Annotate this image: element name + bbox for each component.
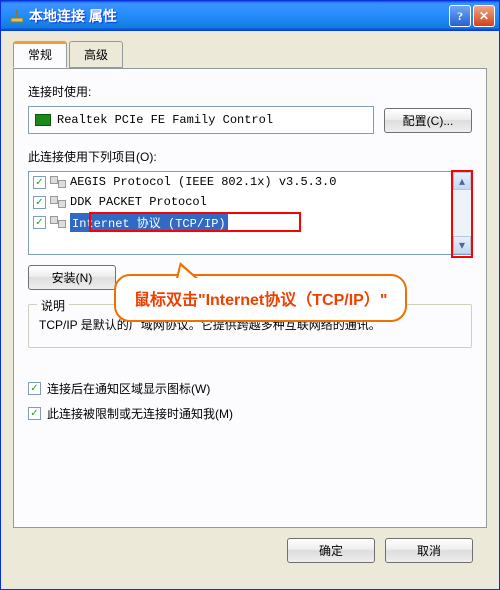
annotation-callout: 鼠标双击"Internet协议（TCP/IP）" bbox=[114, 274, 407, 322]
list-item[interactable]: ✓ DDK PACKET Protocol bbox=[29, 192, 453, 212]
properties-dialog: 本地连接 属性 ? ✕ 常规 高级 连接时使用: Realtek PCIe FE… bbox=[0, 0, 500, 590]
list-item-label: Internet 协议 (TCP/IP) bbox=[70, 213, 228, 232]
adapter-name: Realtek PCIe FE Family Control bbox=[57, 113, 273, 127]
chevron-up-icon: ▴ bbox=[459, 174, 465, 188]
cancel-button-label: 取消 bbox=[417, 544, 441, 558]
protocol-icon bbox=[50, 216, 66, 228]
nic-icon bbox=[35, 114, 51, 126]
protocol-icon bbox=[50, 176, 66, 188]
tab-general-label: 常规 bbox=[28, 48, 52, 62]
list-item-tcpip[interactable]: ✓ Internet 协议 (TCP/IP) bbox=[29, 212, 453, 232]
tab-panel: 连接时使用: Realtek PCIe FE Family Control 配置… bbox=[13, 68, 487, 528]
list-item[interactable]: ✓ AEGIS Protocol (IEEE 802.1x) v3.5.3.0 bbox=[29, 172, 453, 192]
checkbox[interactable]: ✓ bbox=[33, 216, 46, 229]
help-button[interactable]: ? bbox=[449, 5, 471, 27]
tab-advanced-label: 高级 bbox=[84, 48, 108, 62]
chevron-down-icon: ▾ bbox=[459, 238, 465, 252]
list-item-label: AEGIS Protocol (IEEE 802.1x) v3.5.3.0 bbox=[70, 175, 336, 189]
check-icon: ✓ bbox=[35, 217, 43, 228]
checkbox[interactable]: ✓ bbox=[28, 382, 41, 395]
show-icon-checkbox-row[interactable]: ✓ 连接后在通知区域显示图标(W) bbox=[28, 380, 472, 397]
protocol-icon bbox=[50, 196, 66, 208]
check-icon: ✓ bbox=[35, 197, 43, 208]
scroll-up-button[interactable]: ▴ bbox=[453, 172, 471, 190]
callout-text: 鼠标双击"Internet协议（TCP/IP）" bbox=[134, 292, 387, 309]
tab-advanced[interactable]: 高级 bbox=[69, 41, 123, 68]
check-icon: ✓ bbox=[35, 177, 43, 188]
check-icon: ✓ bbox=[30, 408, 38, 419]
description-title: 说明 bbox=[37, 297, 69, 314]
checkbox[interactable]: ✓ bbox=[33, 176, 46, 189]
dialog-body: 常规 高级 连接时使用: Realtek PCIe FE Family Cont… bbox=[1, 31, 499, 589]
install-button-label: 安装(N) bbox=[52, 271, 93, 285]
tab-strip: 常规 高级 bbox=[13, 41, 487, 69]
close-button[interactable]: ✕ bbox=[473, 5, 495, 27]
checkbox[interactable]: ✓ bbox=[33, 196, 46, 209]
configure-button[interactable]: 配置(C)... bbox=[384, 108, 472, 133]
notify-limited-checkbox-row[interactable]: ✓ 此连接被限制或无连接时通知我(M) bbox=[28, 405, 472, 422]
connect-using-label: 连接时使用: bbox=[28, 83, 472, 100]
scroll-down-button[interactable]: ▾ bbox=[453, 236, 471, 254]
connection-icon bbox=[9, 8, 25, 24]
help-icon: ? bbox=[457, 9, 463, 24]
tab-general[interactable]: 常规 bbox=[13, 41, 67, 68]
cancel-button[interactable]: 取消 bbox=[385, 538, 473, 563]
ok-button-label: 确定 bbox=[319, 544, 343, 558]
close-icon: ✕ bbox=[479, 9, 489, 24]
ok-button[interactable]: 确定 bbox=[287, 538, 375, 563]
scrollbar[interactable]: ▴ ▾ bbox=[453, 172, 471, 254]
install-button[interactable]: 安装(N) bbox=[28, 265, 116, 290]
items-label: 此连接使用下列项目(O): bbox=[28, 148, 472, 165]
notify-limited-label: 此连接被限制或无连接时通知我(M) bbox=[47, 405, 233, 422]
show-icon-label: 连接后在通知区域显示图标(W) bbox=[47, 380, 210, 397]
checkbox[interactable]: ✓ bbox=[28, 407, 41, 420]
adapter-field: Realtek PCIe FE Family Control bbox=[28, 106, 374, 134]
window-title: 本地连接 属性 bbox=[29, 6, 447, 26]
check-icon: ✓ bbox=[30, 383, 38, 394]
configure-button-label: 配置(C)... bbox=[403, 114, 454, 128]
list-item-label: DDK PACKET Protocol bbox=[70, 195, 207, 209]
titlebar[interactable]: 本地连接 属性 ? ✕ bbox=[1, 1, 499, 31]
components-listbox[interactable]: ✓ AEGIS Protocol (IEEE 802.1x) v3.5.3.0 … bbox=[28, 171, 472, 255]
